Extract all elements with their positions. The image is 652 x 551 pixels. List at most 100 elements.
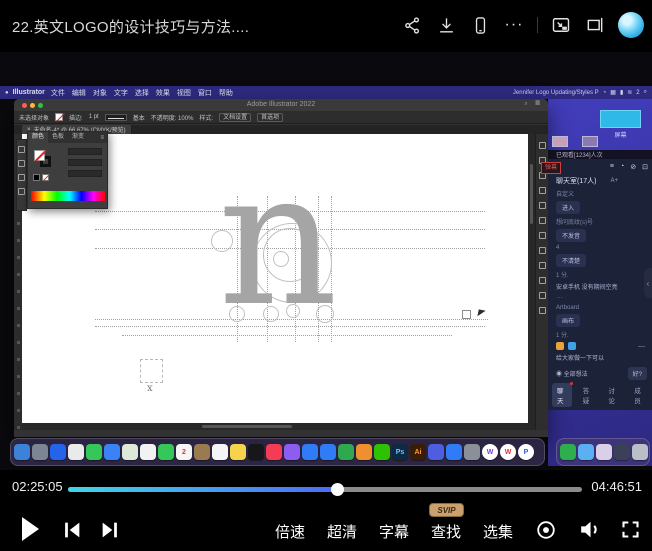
dock-icon-keynote[interactable]: [320, 444, 336, 460]
fill-swatch[interactable]: [55, 113, 63, 121]
color-panel-tab[interactable]: 颜色: [28, 132, 48, 143]
black-swatch[interactable]: [33, 174, 40, 181]
panel-dock-icon[interactable]: [539, 142, 546, 149]
panel-icon-strip[interactable]: [16, 139, 27, 211]
color-spectrum-bar[interactable]: [31, 191, 105, 201]
dock-icon-photo-booth[interactable]: [302, 444, 318, 460]
video-frame[interactable]: ● Illustrator 文件编辑对象文字选择效果视图窗口帮助 Jennife…: [0, 52, 652, 470]
menu-item[interactable]: 文字: [114, 88, 128, 98]
panel-dock-icon[interactable]: [539, 307, 546, 314]
stroke-value[interactable]: 1 pt: [89, 114, 99, 120]
chat-message[interactable]: 不清楚: [556, 254, 586, 267]
panel-dock-icon[interactable]: [539, 262, 546, 269]
vertical-scrollbar[interactable]: [528, 134, 535, 430]
color-panel-tab[interactable]: 渐变: [68, 132, 88, 143]
panel-dock-icon[interactable]: [539, 232, 546, 239]
chat-message[interactable]: 1 分.: [556, 270, 647, 279]
menu-item[interactable]: 帮助: [219, 88, 233, 98]
swatches-panel-icon[interactable]: [18, 146, 25, 153]
chat-tab-聊天[interactable]: 聊天: [552, 383, 572, 407]
dock-icon-pages[interactable]: [356, 444, 372, 460]
none-swatch[interactable]: [42, 174, 49, 181]
menu-item[interactable]: 效果: [156, 88, 170, 98]
panel-menu-icon[interactable]: ≡: [100, 135, 107, 141]
settings-icon[interactable]: ⊡: [642, 163, 648, 171]
panel-dock-icon[interactable]: [539, 292, 546, 299]
chat-tab-成员[interactable]: 成员: [629, 383, 649, 407]
collapse-icon[interactable]: —: [638, 343, 647, 350]
control-button-查找[interactable]: 查找: [429, 521, 463, 542]
dock-icon-messages[interactable]: [86, 444, 102, 460]
dock-icon-stats[interactable]: [338, 444, 354, 460]
dock-icon-chrome[interactable]: [68, 444, 84, 460]
more-icon[interactable]: ···: [503, 14, 525, 36]
panel-dock-icon[interactable]: [539, 217, 546, 224]
dock-icon-launchpad[interactable]: [32, 444, 48, 460]
progress-bar[interactable]: [68, 487, 582, 492]
dock-icon-folder-brown[interactable]: [194, 444, 210, 460]
filter-label[interactable]: ◉ 全部想法: [556, 369, 588, 378]
color-panel-icon[interactable]: [18, 160, 25, 167]
menu-icon[interactable]: ≡: [610, 163, 614, 171]
user-avatar[interactable]: [618, 12, 644, 38]
history-panel-icon[interactable]: [18, 188, 25, 195]
dock-icon-illustrator[interactable]: Ai: [410, 444, 426, 460]
share-icon[interactable]: [401, 14, 423, 36]
progress-handle[interactable]: [331, 483, 344, 496]
color-panel-tab[interactable]: 色板: [48, 132, 68, 143]
screen-share-thumbnail[interactable]: [600, 110, 641, 128]
dock-icon-notes[interactable]: [230, 444, 246, 460]
window-thumbnail[interactable]: [582, 136, 598, 147]
dock-icon-photos[interactable]: [140, 444, 156, 460]
dock-icon-app-green[interactable]: [560, 444, 576, 460]
chat-message[interactable]: 进入: [556, 201, 580, 214]
dock-icon-downloads-folder[interactable]: [578, 444, 594, 460]
color-slider[interactable]: [68, 159, 102, 166]
menu-item[interactable]: 视图: [177, 88, 191, 98]
dock-icon-window-thumb-2[interactable]: [614, 444, 630, 460]
control-button-倍速[interactable]: 倍速: [273, 521, 307, 542]
dock-icon-podcasts[interactable]: [284, 444, 300, 460]
dock-icon-safari[interactable]: [50, 444, 66, 460]
chat-message[interactable]: 4: [556, 245, 647, 251]
danmu-tag[interactable]: 弹幕: [541, 162, 561, 174]
dock-icon-photoshop[interactable]: Ps: [392, 444, 408, 460]
dock-icon-creative-cloud[interactable]: [428, 444, 444, 460]
panel-dock-icon[interactable]: [539, 277, 546, 284]
dock-icon-window-thumb-1[interactable]: [596, 444, 612, 460]
pip-icon[interactable]: [550, 14, 572, 36]
dock-icon-reminders[interactable]: [212, 444, 228, 460]
control-button-超清[interactable]: 超清: [325, 521, 359, 542]
control-button-字幕[interactable]: 字幕: [377, 521, 411, 542]
letterform-n[interactable]: n: [218, 146, 338, 332]
macos-dock[interactable]: 2PsAiWWP: [10, 438, 545, 466]
chat-message[interactable]: 安卓手机 没有期间空亮: [556, 282, 647, 291]
chat-message[interactable]: 自定义: [556, 189, 647, 198]
block-icon[interactable]: ⊘: [630, 163, 636, 171]
horizontal-scrollbar[interactable]: [22, 423, 528, 430]
gradient-panel-icon[interactable]: [18, 174, 25, 181]
dock-icon-word[interactable]: W: [482, 444, 498, 460]
dock-icon-mail[interactable]: [104, 444, 120, 460]
macos-dock-right[interactable]: [556, 438, 650, 466]
dock-icon-powerpoint[interactable]: P: [518, 444, 534, 460]
help-icon[interactable]: ◔: [620, 163, 624, 171]
image-icon[interactable]: [556, 342, 564, 350]
dock-icon-calendar[interactable]: 2: [176, 444, 192, 460]
dock-icon-app-store[interactable]: [446, 444, 462, 460]
record-mode-icon[interactable]: [535, 519, 557, 546]
menu-item[interactable]: 文件: [51, 88, 65, 98]
play-button[interactable]: [22, 517, 39, 541]
color-slider[interactable]: [68, 170, 102, 177]
theater-mode-icon[interactable]: [584, 14, 606, 36]
menu-item[interactable]: 选择: [135, 88, 149, 98]
chat-message[interactable]: ⋯: [556, 294, 647, 302]
ai-panel-dock[interactable]: [535, 134, 548, 430]
dock-icon-maps[interactable]: [122, 444, 138, 460]
fullscreen-icon[interactable]: [620, 519, 641, 545]
fill-proxy-swatch[interactable]: [34, 150, 45, 161]
volume-icon[interactable]: [577, 517, 602, 547]
mobile-icon[interactable]: [469, 14, 491, 36]
sticker-icon[interactable]: [568, 342, 576, 350]
dock-icon-trash[interactable]: [632, 444, 648, 460]
